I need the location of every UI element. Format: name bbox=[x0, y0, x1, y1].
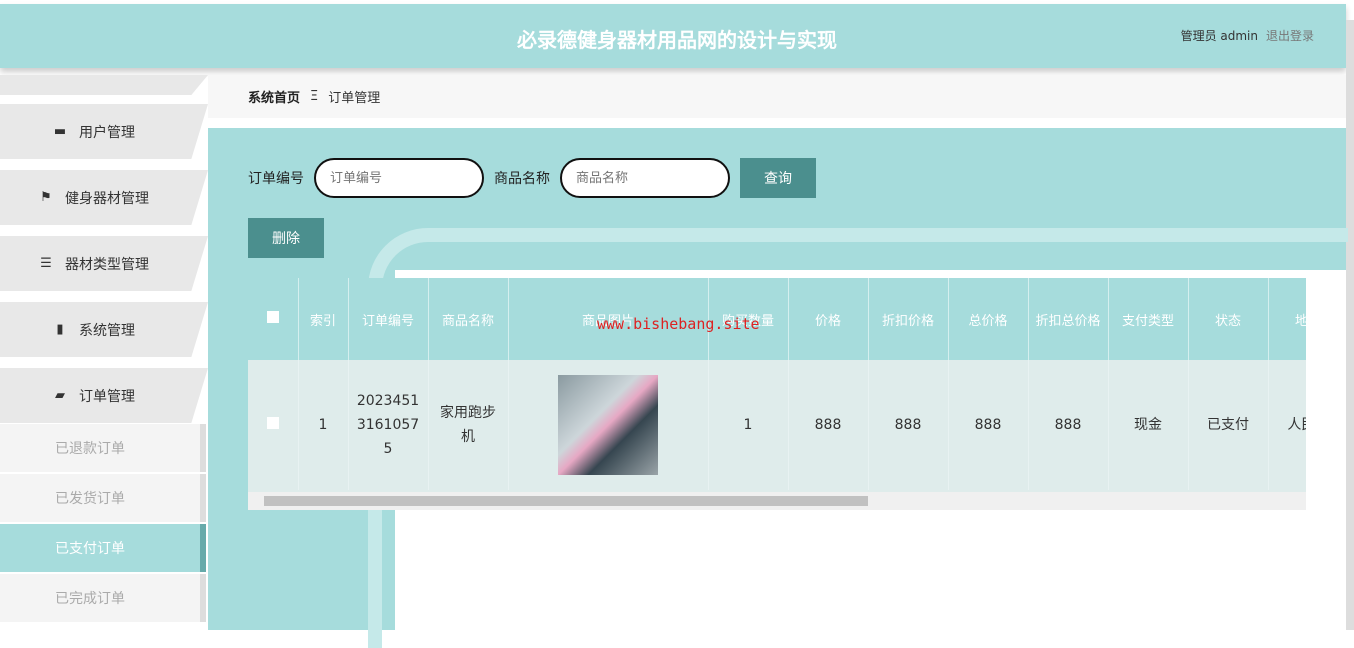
column-header[interactable]: 订单编号 bbox=[348, 278, 429, 360]
breadcrumb-separator: Ξ bbox=[310, 89, 319, 104]
sidebar-item-label: 系统管理 bbox=[79, 322, 135, 339]
cell-status: 已支付 bbox=[1188, 360, 1269, 490]
cell-total: 888 bbox=[948, 360, 1029, 490]
wallet-icon: ▰ bbox=[55, 388, 65, 403]
column-header[interactable]: 状态 bbox=[1188, 278, 1269, 360]
subitem-refunded[interactable]: 已退款订单 bbox=[0, 424, 206, 472]
cell-pay-type: 现金 bbox=[1108, 360, 1189, 490]
column-header[interactable]: 支付类型 bbox=[1108, 278, 1189, 360]
order-no-input[interactable] bbox=[314, 158, 484, 198]
column-header[interactable]: 总价格 bbox=[948, 278, 1029, 360]
cell-price: 888 bbox=[788, 360, 869, 490]
user-icon: ▬ bbox=[53, 124, 67, 139]
sidebar-item-system[interactable]: ▮ 系统管理 bbox=[0, 302, 208, 357]
main-content: 订单编号 商品名称 查询 删除 索引 订单编号 商品名称 商品图片 购买数量 价… bbox=[208, 128, 1348, 648]
column-header[interactable]: 商品名称 bbox=[428, 278, 509, 360]
sidebar-item-label: 健身器材管理 bbox=[65, 190, 149, 207]
site-title: 必录德健身器材用品网的设计与实现 bbox=[517, 28, 837, 52]
table-header: 索引 订单编号 商品名称 商品图片 购买数量 价格 折扣价格 总价格 折扣总价格… bbox=[248, 278, 1306, 360]
column-header[interactable]: 折扣总价格 bbox=[1028, 278, 1109, 360]
sidebar-item-equipment-types[interactable]: ☰ 器材类型管理 bbox=[0, 236, 208, 291]
breadcrumb-current: 订单管理 bbox=[328, 91, 381, 106]
user-info: 管理员 admin 退出登录 bbox=[1181, 27, 1314, 44]
scrollbar-thumb[interactable] bbox=[264, 496, 868, 506]
sidebar-item-equipment[interactable]: ⚑ 健身器材管理 bbox=[0, 170, 208, 225]
user-label: 管理员 admin bbox=[1180, 29, 1258, 43]
sidebar-item-label: 订单管理 bbox=[79, 388, 135, 405]
cell-discount-total: 888 bbox=[1028, 360, 1109, 490]
column-header[interactable]: 折扣价格 bbox=[868, 278, 949, 360]
orders-table: 索引 订单编号 商品名称 商品图片 购买数量 价格 折扣价格 总价格 折扣总价格… bbox=[248, 278, 1306, 510]
column-header[interactable]: 索引 bbox=[298, 278, 349, 360]
top-header: 必录德健身器材用品网的设计与实现 管理员 admin 退出登录 bbox=[0, 4, 1346, 68]
sidebar-item-partial[interactable] bbox=[0, 75, 208, 95]
cell-index: 1 bbox=[298, 360, 349, 490]
cell-order-no: 20234513161057 5 bbox=[348, 360, 429, 490]
row-checkbox[interactable] bbox=[266, 417, 279, 429]
cell-qty: 1 bbox=[708, 360, 789, 490]
search-bar: 订单编号 商品名称 查询 bbox=[248, 158, 816, 198]
sliders-icon: ☰ bbox=[40, 256, 52, 271]
select-all-checkbox[interactable] bbox=[266, 311, 279, 323]
logout-link[interactable]: 退出登录 bbox=[1266, 29, 1314, 43]
table-row[interactable]: 1 20234513161057 5 家用跑步机 1 888 888 888 8… bbox=[248, 360, 1306, 490]
breadcrumb: 系统首页 Ξ 订单管理 bbox=[208, 75, 1346, 118]
breadcrumb-home[interactable]: 系统首页 bbox=[248, 87, 300, 106]
query-button[interactable]: 查询 bbox=[740, 158, 816, 198]
cell-name: 家用跑步机 bbox=[428, 360, 509, 490]
subitem-completed[interactable]: 已完成订单 bbox=[0, 574, 206, 622]
cell-address: 人民 5 bbox=[1268, 360, 1306, 490]
product-name-input[interactable] bbox=[560, 158, 730, 198]
order-no-label: 订单编号 bbox=[248, 171, 304, 187]
column-header[interactable]: 地址 bbox=[1268, 278, 1306, 360]
subitem-paid[interactable]: 已支付订单 bbox=[0, 524, 206, 572]
cell-discount-price: 888 bbox=[868, 360, 949, 490]
bar-chart-icon: ▮ bbox=[56, 322, 64, 337]
subitem-shipped[interactable]: 已发货订单 bbox=[0, 474, 206, 522]
sidebar-item-label: 用户管理 bbox=[79, 124, 135, 141]
cell-image bbox=[508, 360, 709, 490]
flag-icon: ⚑ bbox=[40, 190, 52, 205]
sidebar-item-label: 器材类型管理 bbox=[65, 256, 149, 273]
sidebar-item-users[interactable]: ▬ 用户管理 bbox=[0, 104, 208, 159]
product-name-label: 商品名称 bbox=[494, 171, 550, 187]
table-horizontal-scrollbar[interactable] bbox=[248, 492, 1306, 510]
delete-button[interactable]: 删除 bbox=[248, 218, 324, 258]
column-header[interactable]: 价格 bbox=[788, 278, 869, 360]
sidebar-item-orders[interactable]: ▰ 订单管理 bbox=[0, 368, 208, 423]
product-image[interactable] bbox=[558, 375, 658, 475]
watermark: www.bishebang.site bbox=[597, 315, 760, 333]
